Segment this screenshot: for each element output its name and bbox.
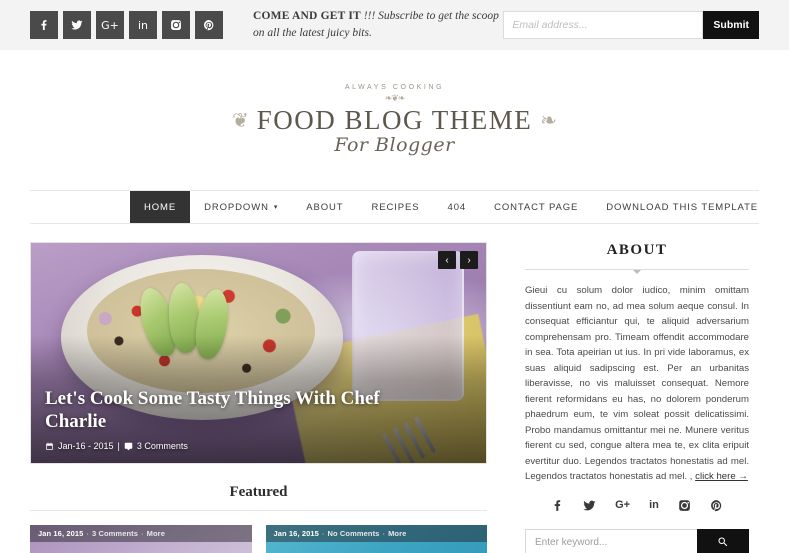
flourish-left-icon: ❦ xyxy=(231,109,249,132)
subscribe-promo-text: COME AND GET IT !!! Subscribe to get the… xyxy=(253,8,503,41)
nav-label: HOME xyxy=(144,201,177,213)
nav-label: DOWNLOAD THIS TEMPLATE xyxy=(606,201,759,213)
card-date-text: Jan 16, 2015 xyxy=(38,529,84,538)
featured-card-list: Jan 16, 2015 · 3 Comments · More Jan 16,… xyxy=(30,525,487,553)
featured-card-meta: Jan 16, 2015 · No Comments · More xyxy=(265,525,487,542)
meta-separator: · xyxy=(321,529,325,538)
logo-title-text: FOOD BLOG THEME xyxy=(256,105,533,135)
nav-item-404[interactable]: 404 xyxy=(434,191,481,223)
about-title-divider xyxy=(525,269,749,270)
submit-button[interactable]: Submit xyxy=(703,11,759,39)
featured-heading: Featured xyxy=(229,484,288,500)
sidebar: ABOUT Gieui cu solum dolor iudico, minim… xyxy=(525,242,749,553)
meta-separator: · xyxy=(86,529,90,538)
facebook-icon[interactable] xyxy=(30,11,58,39)
email-input[interactable] xyxy=(503,11,704,39)
featured-card[interactable]: Jan 16, 2015 · No Comments · More xyxy=(265,525,487,553)
slider-navigation: ‹ › xyxy=(438,251,478,269)
about-widget-title: ABOUT xyxy=(606,242,668,258)
featured-card[interactable]: Jan 16, 2015 · 3 Comments · More xyxy=(30,525,252,553)
slider-next-icon[interactable]: › xyxy=(460,251,478,269)
nav-label: RECIPES xyxy=(371,201,420,213)
logo-main-row: ❦ FOOD BLOG THEME ❧ xyxy=(232,105,557,136)
hero-date-text: Jan-16 - 2015 xyxy=(58,441,114,451)
chevron-down-icon: ▾ xyxy=(273,204,279,211)
logo-ornament-icon: ❧❦❧ xyxy=(384,93,406,103)
calendar-icon xyxy=(46,442,53,450)
meta-separator: · xyxy=(382,529,386,538)
card-date-text: Jan 16, 2015 xyxy=(273,529,319,538)
featured-divider xyxy=(30,510,487,511)
search-icon xyxy=(718,537,728,547)
about-click-here-link[interactable]: click here → xyxy=(695,471,748,482)
nav-item-home[interactable]: HOME xyxy=(130,191,191,223)
hero-meta-separator: | xyxy=(117,441,120,451)
instagram-icon[interactable] xyxy=(678,499,691,515)
main-column: ‹ › Let's Cook Some Tasty Things With Ch… xyxy=(30,242,487,553)
about-body-text: Gieui cu solum dolor iudico, minim omitt… xyxy=(525,285,749,483)
about-widget-text: Gieui cu solum dolor iudico, minim omitt… xyxy=(525,283,749,485)
hero-caption: Let's Cook Some Tasty Things With Chef C… xyxy=(45,387,472,451)
logo-subtitle-text: For Blogger xyxy=(334,134,455,156)
card-comments-link[interactable]: 3 Comments xyxy=(92,529,138,538)
nav-label: DROPDOWN xyxy=(204,201,269,213)
card-comments-link[interactable]: No Comments xyxy=(328,529,380,538)
card-more-link[interactable]: More xyxy=(388,529,406,538)
nav-item-download-this-template[interactable]: DOWNLOAD THIS TEMPLATE xyxy=(592,191,772,223)
googleplus-icon[interactable]: G+ xyxy=(96,11,124,39)
topbar-social-list: G+ in xyxy=(30,11,223,39)
sidebar-search xyxy=(525,528,749,553)
nav-item-recipes[interactable]: RECIPES xyxy=(358,191,434,223)
hero-post-title[interactable]: Let's Cook Some Tasty Things With Chef C… xyxy=(45,387,395,433)
site-logo[interactable]: ALWAYS COOKING ❧❦❧ ❦ FOOD BLOG THEME ❧ F… xyxy=(0,50,789,190)
search-button[interactable] xyxy=(697,528,749,553)
nav-label: ABOUT xyxy=(306,201,344,213)
flourish-right-icon: ❧ xyxy=(540,109,558,132)
slider-prev-icon[interactable]: ‹ xyxy=(438,251,456,269)
pinterest-icon[interactable] xyxy=(710,499,723,515)
main-navigation: HOME DROPDOWN ▾ ABOUT RECIPES 404 CONTAC… xyxy=(30,190,759,224)
nav-item-dropdown[interactable]: DROPDOWN ▾ xyxy=(190,191,292,223)
linkedin-icon[interactable]: in xyxy=(129,11,157,39)
googleplus-icon[interactable]: G+ xyxy=(615,499,630,515)
twitter-icon[interactable] xyxy=(583,499,596,515)
search-input[interactable] xyxy=(525,528,697,553)
content-area: ‹ › Let's Cook Some Tasty Things With Ch… xyxy=(0,224,789,553)
nav-item-contact-page[interactable]: CONTACT PAGE xyxy=(480,191,592,223)
meta-separator: · xyxy=(141,529,144,538)
hero-post-meta: Jan-16 - 2015 | 3 Comments xyxy=(45,441,472,451)
instagram-icon[interactable] xyxy=(162,11,190,39)
sidebar-social-list: G+ in xyxy=(525,499,749,515)
top-bar: G+ in COME AND GET IT !!! Subscribe to g… xyxy=(0,0,789,50)
nav-label: CONTACT PAGE xyxy=(494,201,579,213)
comment-icon xyxy=(124,442,133,450)
facebook-icon[interactable] xyxy=(551,499,564,515)
nav-item-about[interactable]: ABOUT xyxy=(292,191,357,223)
promo-bold-text: COME AND GET IT xyxy=(253,10,361,23)
hero-comments-text[interactable]: 3 Comments xyxy=(137,441,188,451)
linkedin-icon[interactable]: in xyxy=(649,499,659,515)
logo-kicker-text: ALWAYS COOKING xyxy=(344,84,445,91)
card-more-link[interactable]: More xyxy=(147,529,165,538)
pinterest-icon[interactable] xyxy=(195,11,223,39)
nav-label: 404 xyxy=(447,201,467,213)
featured-card-meta: Jan 16, 2015 · 3 Comments · More xyxy=(30,525,252,542)
subscribe-form: Submit xyxy=(503,11,759,39)
twitter-icon[interactable] xyxy=(63,11,91,39)
hero-slider[interactable]: ‹ › Let's Cook Some Tasty Things With Ch… xyxy=(30,242,487,464)
